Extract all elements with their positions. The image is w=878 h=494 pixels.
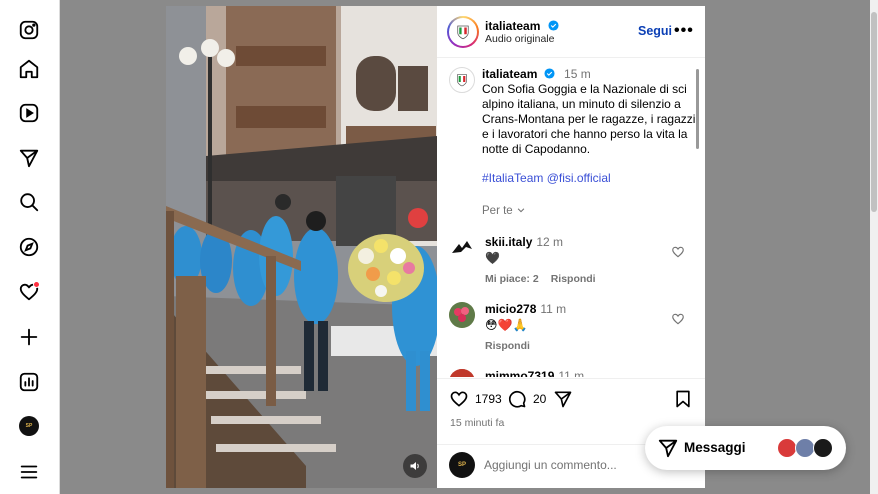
home-icon[interactable] bbox=[17, 57, 41, 81]
share-icon bbox=[554, 391, 572, 408]
caption-username[interactable]: italiateam bbox=[482, 67, 537, 81]
flower-avatar-icon bbox=[449, 302, 475, 328]
current-user-avatar: SP bbox=[449, 452, 475, 478]
save-button[interactable] bbox=[673, 389, 699, 409]
comment-input[interactable] bbox=[484, 455, 644, 475]
profile-avatar[interactable]: SP bbox=[17, 414, 41, 438]
comment-avatar[interactable] bbox=[449, 302, 475, 328]
per-te-label: Per te bbox=[482, 205, 513, 217]
reels-icon[interactable] bbox=[17, 101, 41, 125]
like-comment-icon[interactable] bbox=[671, 312, 685, 326]
coni-logo-icon bbox=[449, 18, 477, 46]
caption-text: italiateam 15 m Con Sofia Goggia e la Na… bbox=[482, 67, 696, 186]
message-avatar bbox=[795, 438, 815, 458]
direct-icon bbox=[658, 439, 678, 458]
speaker-icon bbox=[410, 462, 419, 470]
page-scroll-thumb[interactable] bbox=[871, 12, 877, 212]
comment-time: 12 m bbox=[536, 235, 564, 249]
posted-time[interactable]: 15 minuti fa bbox=[450, 417, 504, 429]
like-comment-icon[interactable] bbox=[671, 245, 685, 259]
instagram-icon[interactable] bbox=[17, 18, 41, 42]
notification-dot bbox=[33, 281, 40, 288]
bookmark-icon bbox=[676, 390, 690, 408]
comment-likes[interactable]: Mi piace: 2 bbox=[485, 273, 539, 285]
comment-icon bbox=[508, 390, 526, 408]
avatar-image-icon bbox=[449, 369, 475, 377]
comment-time: 11 m bbox=[558, 369, 585, 377]
per-te-filter[interactable]: Per te bbox=[482, 205, 526, 217]
follow-button[interactable]: Segui bbox=[638, 24, 672, 38]
verified-badge-icon bbox=[544, 68, 555, 79]
post-side-panel: italiateam Audio originale Segui ••• ita… bbox=[437, 6, 705, 488]
audio-label[interactable]: Audio originale bbox=[485, 33, 554, 45]
video-frame bbox=[166, 6, 437, 488]
reply-button[interactable]: Rispondi bbox=[485, 340, 530, 352]
caption-hashtags[interactable]: #ItaliaTeam @fisi.official bbox=[482, 171, 696, 186]
caption-time: 15 m bbox=[564, 67, 591, 81]
ski-logo-icon bbox=[452, 241, 472, 253]
comment-username[interactable]: micio278 bbox=[485, 302, 536, 316]
comment-button[interactable]: 20 bbox=[507, 389, 546, 409]
post-header: italiateam Audio originale Segui ••• bbox=[437, 6, 705, 58]
explore-icon[interactable] bbox=[17, 235, 41, 259]
comment-body: micio278 11 m 😳❤️🙏 Rispondi bbox=[485, 302, 665, 354]
comment-avatar[interactable] bbox=[449, 369, 475, 377]
more-options-button[interactable]: ••• bbox=[674, 22, 694, 40]
like-button[interactable]: 1793 bbox=[449, 389, 502, 409]
notifications-icon[interactable] bbox=[17, 280, 41, 304]
post-video[interactable] bbox=[166, 6, 437, 488]
comment-avatar[interactable] bbox=[449, 235, 475, 261]
heart-icon bbox=[450, 391, 468, 407]
comment-text: 😳❤️🙏 bbox=[485, 318, 528, 332]
direct-icon[interactable] bbox=[17, 146, 41, 170]
coni-logo-icon bbox=[457, 74, 467, 87]
caption-avatar[interactable] bbox=[449, 67, 475, 93]
mute-button[interactable] bbox=[403, 454, 427, 478]
search-icon[interactable] bbox=[17, 190, 41, 214]
comment-username[interactable]: mimmo7319 bbox=[485, 369, 554, 377]
author-username[interactable]: italiateam bbox=[485, 19, 540, 33]
menu-icon[interactable] bbox=[17, 460, 41, 484]
comment-body: mimmo7319 11 m bbox=[485, 369, 665, 377]
dashboard-icon[interactable] bbox=[17, 370, 41, 394]
message-avatar bbox=[777, 438, 797, 458]
comment-count: 20 bbox=[533, 392, 547, 406]
like-count[interactable]: 1793 bbox=[475, 392, 502, 406]
share-button[interactable] bbox=[553, 389, 579, 409]
left-sidebar: SP bbox=[0, 0, 60, 494]
comments-area: italiateam 15 m Con Sofia Goggia e la Na… bbox=[437, 59, 705, 377]
comments-scrollbar[interactable] bbox=[695, 69, 701, 369]
create-icon[interactable] bbox=[17, 325, 41, 349]
comments-scroll-thumb[interactable] bbox=[696, 69, 699, 149]
messages-button[interactable]: Messaggi bbox=[645, 426, 846, 470]
profile-avatar-image: SP bbox=[19, 416, 39, 436]
caption-body: Con Sofia Goggia e la Nazionale di sci a… bbox=[482, 82, 696, 156]
reply-button[interactable]: Rispondi bbox=[551, 273, 596, 285]
page-scrollbar[interactable] bbox=[870, 0, 878, 494]
messages-label: Messaggi bbox=[684, 440, 746, 455]
comment-username[interactable]: skii.italy bbox=[485, 235, 532, 249]
comment-body: skii.italy 12 m 🖤 Mi piace: 2 Rispondi bbox=[485, 235, 665, 287]
verified-badge-icon bbox=[548, 20, 559, 31]
message-avatar bbox=[813, 438, 833, 458]
comment-time: 11 m bbox=[540, 302, 567, 316]
chevron-down-icon bbox=[517, 208, 525, 213]
author-avatar[interactable] bbox=[447, 16, 479, 48]
comment-text: 🖤 bbox=[485, 251, 500, 265]
